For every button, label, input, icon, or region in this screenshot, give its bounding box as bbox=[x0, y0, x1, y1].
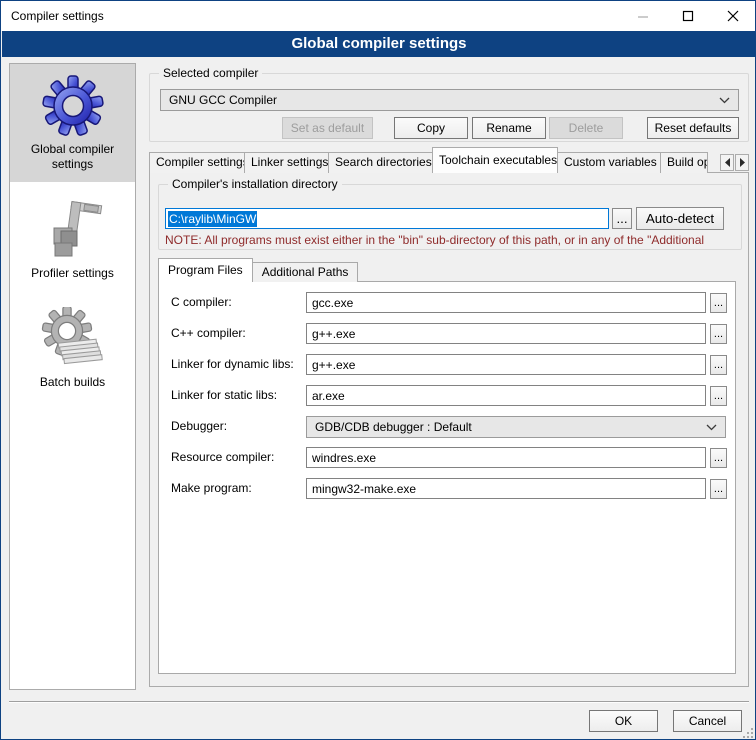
resource-compiler-input[interactable]: windres.exe bbox=[306, 447, 706, 468]
field-value: ar.exe bbox=[312, 389, 345, 403]
toolchain-executables-panel: Compiler's installation directory C:\ray… bbox=[149, 172, 749, 687]
tab-linker-settings[interactable]: Linker settings bbox=[244, 152, 329, 173]
field-value: gcc.exe bbox=[312, 296, 353, 310]
field-value: mingw32-make.exe bbox=[312, 482, 416, 496]
field-value: g++.exe bbox=[312, 358, 355, 372]
chevron-down-icon bbox=[706, 424, 717, 431]
copy-button[interactable]: Copy bbox=[394, 117, 468, 139]
field-label: C compiler: bbox=[171, 295, 232, 309]
form-row-make-program: Make program: mingw32-make.exe ... bbox=[159, 478, 735, 500]
form-row-c-compiler: C compiler: gcc.exe ... bbox=[159, 292, 735, 314]
form-row-static-linker: Linker for static libs: ar.exe ... bbox=[159, 385, 735, 407]
program-files-panel: C compiler: gcc.exe ... C++ compiler: g+… bbox=[158, 281, 736, 674]
close-icon bbox=[727, 10, 739, 22]
field-value: windres.exe bbox=[312, 451, 376, 465]
ok-button[interactable]: OK bbox=[589, 710, 658, 732]
field-label: Debugger: bbox=[171, 419, 227, 433]
browse-resource-compiler-button[interactable]: ... bbox=[710, 448, 727, 468]
tab-scroll-controls bbox=[720, 154, 749, 171]
sidebar-item-label: Profiler settings bbox=[10, 266, 135, 291]
blue-gear-icon bbox=[41, 74, 105, 138]
dynamic-linker-input[interactable]: g++.exe bbox=[306, 354, 706, 375]
browse-static-linker-button[interactable]: ... bbox=[710, 386, 727, 406]
tab-scroll-left-button[interactable] bbox=[720, 154, 734, 171]
minimize-icon bbox=[637, 10, 649, 22]
cpp-compiler-input[interactable]: g++.exe bbox=[306, 323, 706, 344]
sidebar-item-batch-builds[interactable]: Batch builds bbox=[10, 297, 135, 400]
sidebar-item-profiler-settings[interactable]: Profiler settings bbox=[10, 188, 135, 291]
tab-program-files[interactable]: Program Files bbox=[158, 258, 253, 282]
static-linker-input[interactable]: ar.exe bbox=[306, 385, 706, 406]
field-value: g++.exe bbox=[312, 327, 355, 341]
field-label: Linker for static libs: bbox=[171, 388, 277, 402]
sidebar-item-label: Batch builds bbox=[10, 375, 135, 400]
debugger-select-value: GDB/CDB debugger : Default bbox=[315, 420, 472, 434]
make-program-input[interactable]: mingw32-make.exe bbox=[306, 478, 706, 499]
tab-compiler-settings[interactable]: Compiler settings bbox=[149, 152, 245, 173]
tab-additional-paths[interactable]: Additional Paths bbox=[252, 262, 359, 282]
compiler-select[interactable]: GNU GCC Compiler bbox=[160, 89, 739, 111]
browse-c-compiler-button[interactable]: ... bbox=[710, 293, 727, 313]
group-label: Compiler's installation directory bbox=[168, 177, 342, 191]
sidebar-item-global-compiler-settings[interactable]: Global compiler settings bbox=[10, 64, 135, 182]
c-compiler-input[interactable]: gcc.exe bbox=[306, 292, 706, 313]
footer-divider bbox=[9, 701, 749, 703]
maximize-button[interactable] bbox=[665, 1, 710, 30]
form-row-cpp-compiler: C++ compiler: g++.exe ... bbox=[159, 323, 735, 345]
resize-grip[interactable] bbox=[742, 727, 754, 739]
browse-make-program-button[interactable]: ... bbox=[710, 479, 727, 499]
tab-toolchain-executables[interactable]: Toolchain executables bbox=[432, 147, 558, 173]
form-row-debugger: Debugger: GDB/CDB debugger : Default bbox=[159, 416, 735, 438]
field-label: Resource compiler: bbox=[171, 450, 274, 464]
installation-directory-input[interactable]: C:\raylib\MinGW bbox=[165, 208, 609, 229]
field-label: C++ compiler: bbox=[171, 326, 246, 340]
debugger-select[interactable]: GDB/CDB debugger : Default bbox=[306, 416, 726, 438]
titlebar: Compiler settings bbox=[1, 1, 755, 31]
page-title: Global compiler settings bbox=[2, 31, 756, 57]
form-row-resource-compiler: Resource compiler: windres.exe ... bbox=[159, 447, 735, 469]
arrow-left-icon bbox=[724, 158, 731, 167]
auto-detect-button[interactable]: Auto-detect bbox=[636, 207, 724, 230]
minimize-button[interactable] bbox=[620, 1, 665, 30]
tab-build-options[interactable]: Build options bbox=[660, 152, 708, 173]
sidebar-item-label: Global compiler settings bbox=[10, 142, 135, 182]
selected-compiler-group: Selected compiler GNU GCC Compiler Set a… bbox=[149, 73, 749, 142]
program-files-tabs: Program Files Additional Paths bbox=[158, 258, 357, 282]
compiler-settings-dialog: Compiler settings Global compiler settin… bbox=[0, 0, 756, 740]
chevron-down-icon bbox=[719, 97, 730, 104]
set-as-default-button[interactable]: Set as default bbox=[282, 117, 373, 139]
arrow-right-icon bbox=[739, 158, 746, 167]
settings-category-list: Global compiler settings Profiler settin… bbox=[9, 63, 136, 690]
cancel-button[interactable]: Cancel bbox=[673, 710, 742, 732]
browse-directory-button[interactable]: ... bbox=[612, 208, 632, 229]
field-label: Make program: bbox=[171, 481, 252, 495]
caliper-icon bbox=[41, 198, 105, 262]
delete-button[interactable]: Delete bbox=[549, 117, 623, 139]
dialog-body: Global compiler settings Profiler settin… bbox=[1, 57, 756, 740]
gray-gear-stack-icon bbox=[41, 307, 105, 371]
browse-dynamic-linker-button[interactable]: ... bbox=[710, 355, 727, 375]
tab-custom-variables[interactable]: Custom variables bbox=[557, 152, 661, 173]
browse-cpp-compiler-button[interactable]: ... bbox=[710, 324, 727, 344]
tab-scroll-right-button[interactable] bbox=[735, 154, 749, 171]
rename-button[interactable]: Rename bbox=[472, 117, 546, 139]
tab-search-directories[interactable]: Search directories bbox=[328, 152, 433, 173]
close-button[interactable] bbox=[710, 1, 755, 30]
bin-subdirectory-note: NOTE: All programs must exist either in … bbox=[165, 233, 743, 247]
field-label: Linker for dynamic libs: bbox=[171, 357, 294, 371]
group-label: Selected compiler bbox=[159, 66, 262, 80]
form-row-dynamic-linker: Linker for dynamic libs: g++.exe ... bbox=[159, 354, 735, 376]
reset-defaults-button[interactable]: Reset defaults bbox=[647, 117, 739, 139]
maximize-icon bbox=[682, 10, 694, 22]
selected-text: C:\raylib\MinGW bbox=[168, 211, 257, 227]
settings-tabs: Compiler settings Linker settings Search… bbox=[149, 147, 749, 173]
window-title: Compiler settings bbox=[11, 9, 104, 23]
compiler-select-value: GNU GCC Compiler bbox=[169, 93, 277, 107]
